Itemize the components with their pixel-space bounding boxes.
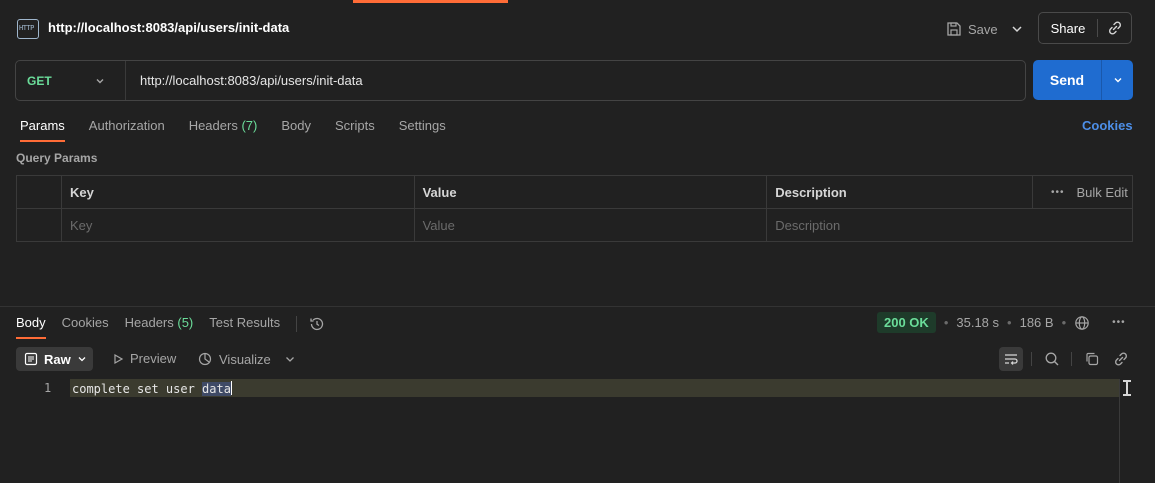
tabs-divider <box>296 316 298 332</box>
response-tab-body[interactable]: Body <box>16 315 46 339</box>
response-status: 200 OK • 35.18 s • 186 B • ••• <box>877 312 1126 333</box>
raw-label: Raw <box>44 351 71 367</box>
bulk-edit-cell: ••• Bulk Edit <box>1032 175 1133 209</box>
response-divider[interactable] <box>0 306 1155 307</box>
copy-link-button[interactable] <box>1098 20 1131 36</box>
tab-headers[interactable]: Headers (7) <box>189 118 258 142</box>
chevron-down-icon <box>96 78 104 83</box>
response-body-editor[interactable]: 1 complete set user data <box>0 379 1120 397</box>
send-button-group: Send <box>1033 60 1133 100</box>
save-icon <box>947 22 961 36</box>
toolbar-divider <box>1031 352 1032 366</box>
query-params-table: Key Value Description ••• Bulk Edit Key … <box>16 175 1133 242</box>
wrap-lines-button[interactable] <box>999 347 1023 371</box>
bulk-edit-button[interactable]: ••• Bulk Edit <box>1041 185 1132 200</box>
raw-format-dropdown[interactable]: Raw <box>16 347 93 371</box>
history-icon[interactable] <box>309 316 325 332</box>
response-tab-test-results[interactable]: Test Results <box>209 315 280 339</box>
selected-text: data <box>202 382 231 396</box>
tab-scripts[interactable]: Scripts <box>335 118 375 142</box>
request-header: HTTP http://localhost:8083/api/users/ini… <box>0 10 1155 46</box>
visualize-options-chevron-down-icon[interactable] <box>283 352 297 366</box>
editor-scrollbar-track[interactable] <box>1119 379 1120 483</box>
checkbox-column-header <box>16 175 62 209</box>
chevron-down-icon <box>78 357 86 362</box>
response-tabs: Body Cookies Headers (5) Test Results <box>16 315 325 339</box>
share-button[interactable]: Share <box>1039 21 1097 36</box>
send-button[interactable]: Send <box>1033 72 1101 88</box>
tab-params[interactable]: Params <box>20 118 65 142</box>
visualize-icon <box>198 352 212 366</box>
more-horizontal-icon[interactable]: ••• <box>1051 187 1065 198</box>
wrap-icon <box>1005 354 1018 365</box>
more-options-icon[interactable]: ••• <box>1112 317 1126 328</box>
preview-button[interactable]: Preview <box>112 351 176 366</box>
line-number: 1 <box>44 381 52 395</box>
link-icon[interactable] <box>1113 351 1129 367</box>
save-options-chevron-down-icon[interactable] <box>1008 20 1026 38</box>
response-time[interactable]: 35.18 s <box>956 315 999 330</box>
tab-body[interactable]: Body <box>281 118 311 142</box>
response-size[interactable]: 186 B <box>1020 315 1054 330</box>
request-tabs: Params Authorization Headers (7) Body Sc… <box>20 118 470 142</box>
tab-authorization[interactable]: Authorization <box>89 118 165 142</box>
share-button-group: Share <box>1038 12 1132 44</box>
copy-icon[interactable] <box>1084 351 1100 367</box>
method-select[interactable]: GET <box>16 61 126 100</box>
separator-dot: • <box>1061 315 1067 330</box>
response-body-text[interactable]: complete set user data <box>72 381 232 396</box>
globe-icon[interactable] <box>1074 315 1090 331</box>
status-badge[interactable]: 200 OK <box>877 312 936 333</box>
preview-label: Preview <box>130 351 177 366</box>
chevron-down-icon <box>1114 78 1121 83</box>
search-icon[interactable] <box>1044 351 1060 367</box>
visualize-label: Visualize <box>219 351 271 367</box>
request-title[interactable]: http://localhost:8083/api/users/init-dat… <box>48 20 289 35</box>
send-options-button[interactable] <box>1102 74 1133 86</box>
text-cursor-icon <box>1123 380 1131 396</box>
value-input[interactable]: Value <box>413 208 768 242</box>
text-caret <box>230 381 232 395</box>
separator-dot: • <box>1007 315 1012 330</box>
tab-settings[interactable]: Settings <box>399 118 446 142</box>
save-button[interactable]: Save <box>946 16 998 42</box>
headers-count: (7) <box>241 118 258 133</box>
query-params-title: Query Params <box>16 151 98 165</box>
save-label: Save <box>968 21 998 37</box>
description-column-header: Description <box>766 175 1033 209</box>
response-tab-cookies[interactable]: Cookies <box>62 315 109 339</box>
cookies-link[interactable]: Cookies <box>1082 118 1133 133</box>
document-icon <box>24 352 38 366</box>
value-column-header: Value <box>413 175 768 209</box>
row-checkbox-cell <box>16 208 62 242</box>
link-icon <box>1108 21 1121 35</box>
response-tab-headers[interactable]: Headers (5) <box>125 315 194 339</box>
play-icon <box>114 353 124 364</box>
active-tab-indicator <box>353 0 508 3</box>
url-input[interactable] <box>126 61 1025 100</box>
description-input[interactable]: Description <box>766 208 1133 242</box>
bulk-edit-label: Bulk Edit <box>1076 184 1128 200</box>
response-headers-count: (5) <box>177 315 194 330</box>
url-bar: GET <box>15 60 1026 101</box>
table-row: Key Value Description <box>16 208 1133 242</box>
visualize-button[interactable]: Visualize <box>197 351 271 367</box>
method-label: GET <box>27 73 52 88</box>
toolbar-divider <box>1071 352 1072 366</box>
key-input[interactable]: Key <box>60 208 415 242</box>
http-request-icon: HTTP <box>17 19 39 39</box>
separator-dot: • <box>943 315 949 330</box>
table-header-row: Key Value Description ••• Bulk Edit <box>16 175 1133 209</box>
key-column-header: Key <box>60 175 415 209</box>
